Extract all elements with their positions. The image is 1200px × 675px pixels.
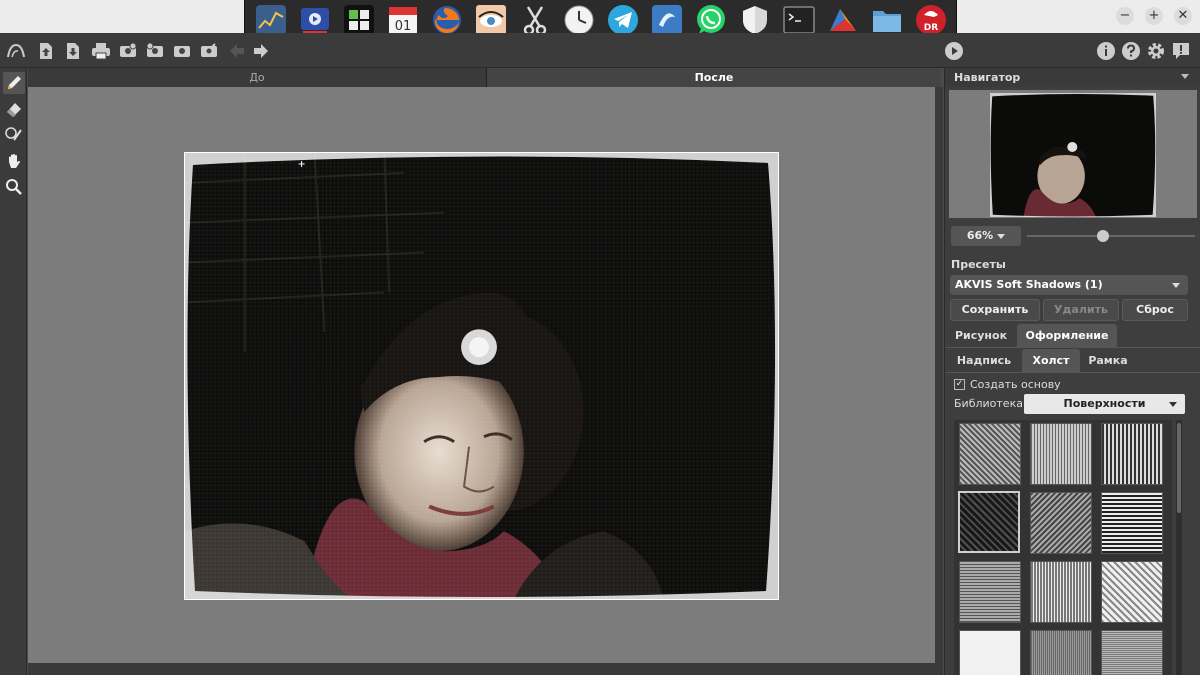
dr-label: DR [924,23,938,33]
texture-tile-selected[interactable] [958,491,1020,553]
check-icon: ✓ [955,379,964,389]
image-canvas[interactable] [28,87,935,663]
main-tabs: Рисунок Оформление [945,324,1200,348]
create-base-label: Создать основу [970,378,1061,391]
navigator-title: Навигатор [954,71,1021,84]
texture-tile[interactable] [959,423,1021,485]
notification-icon[interactable] [1170,40,1192,62]
navigator-header[interactable]: Навигатор [945,68,1200,87]
library-select[interactable]: Поверхности [1024,394,1185,414]
sub-tabs: Надпись Холст Рамка [945,349,1200,373]
preset-value: AKVIS Soft Shadows (1) [955,278,1103,291]
firefox-icon[interactable] [429,3,465,37]
texture-grid [954,420,1172,675]
save-preset-button[interactable]: Сохранить [950,299,1040,321]
texture-scrollbar-thumb[interactable] [1177,423,1181,513]
scissors-icon[interactable] [517,3,553,37]
preset-select[interactable]: AKVIS Soft Shadows (1) [950,275,1188,295]
back-arrow-icon[interactable] [226,40,248,62]
tab-decoration[interactable]: Оформление [1017,324,1117,348]
library-value: Поверхности [1063,397,1146,410]
zoom-select[interactable]: 66% [951,226,1021,246]
telegram-icon[interactable] [605,3,641,37]
texture-tile[interactable] [1101,630,1163,675]
eye-app-icon[interactable] [473,3,509,37]
tab-divider [945,347,1200,348]
calendar-day-label: 01 [395,19,412,34]
create-base-checkbox[interactable]: ✓ Создать основу [954,378,1061,391]
forward-arrow-icon[interactable] [250,40,272,62]
batch-icon[interactable] [117,40,139,62]
tab-drawing[interactable]: Рисунок [949,324,1013,348]
chevron-down-icon [1172,283,1180,288]
texture-tile[interactable] [1030,561,1092,623]
reset-preset-button[interactable]: Сброс [1122,299,1188,321]
close-button[interactable]: ✕ [1174,7,1192,25]
open-icon[interactable] [35,40,57,62]
terminal-icon[interactable] [781,3,817,37]
print-icon[interactable] [90,40,112,62]
tab-after[interactable]: После [487,68,941,87]
shotwell-icon[interactable] [649,3,685,37]
tab-canvas[interactable]: Холст [1022,349,1080,373]
tab-before[interactable]: До [28,68,487,87]
app-grid-icon[interactable] [341,3,377,37]
processed-photo[interactable] [184,152,779,600]
system-monitor-icon[interactable] [253,3,289,37]
settings-panel: Навигатор 66% Пресеты AKVIS Soft Shadows… [944,68,1200,675]
clock-icon[interactable] [561,3,597,37]
vertical-scrollbar[interactable] [935,87,943,675]
hand-tool-icon[interactable] [3,150,25,172]
delete-preset-button[interactable]: Удалить [1043,299,1119,321]
zoom-slider-handle[interactable] [1097,230,1109,242]
folder-icon[interactable] [869,3,905,37]
gear-icon[interactable] [1145,40,1167,62]
texture-tile[interactable] [959,630,1021,675]
texture-tile[interactable] [1030,423,1092,485]
akvis-logo-icon[interactable] [5,40,27,62]
texture-tile[interactable] [1101,561,1163,623]
mail-app-icon[interactable] [825,3,861,37]
zoom-tool-icon[interactable] [3,176,25,198]
tools-panel [0,68,27,675]
settings2-icon[interactable] [171,40,193,62]
texture-tile[interactable] [1030,630,1092,675]
whatsapp-icon[interactable] [693,3,729,37]
run-icon[interactable] [943,40,965,62]
zoom-slider-track[interactable] [1027,235,1195,237]
texture-tile[interactable] [1101,423,1163,485]
tab-caption[interactable]: Надпись [949,349,1019,373]
chevron-down-icon [1169,402,1177,407]
pencil-tool-icon[interactable] [3,72,25,94]
shield-icon[interactable] [737,3,773,37]
view-tabs: До После [28,68,941,87]
chevron-down-icon [997,233,1006,239]
info-icon[interactable] [1095,40,1117,62]
video-editor-icon[interactable] [297,3,333,37]
save-icon[interactable] [62,40,84,62]
library-label: Библиотека [954,397,1023,410]
presets-title: Пресеты [951,258,1006,271]
tab-divider [945,372,1200,373]
checkbox-box[interactable]: ✓ [954,379,965,390]
texture-tile[interactable] [1030,492,1092,554]
navigator-thumbnail[interactable] [990,93,1156,217]
plugin-icon[interactable] [144,40,166,62]
calendar-icon[interactable]: 01 [385,3,421,37]
collapse-arrow-icon[interactable] [1181,74,1189,79]
dr-icon[interactable]: DR [913,3,949,37]
texture-tile[interactable] [1101,492,1163,554]
texture-tile[interactable] [959,561,1021,623]
eraser-tool-icon[interactable] [3,98,25,120]
maximize-button[interactable]: + [1145,7,1163,25]
horizontal-scrollbar[interactable] [28,663,935,675]
navigator-preview[interactable] [949,90,1197,218]
share-icon[interactable] [198,40,220,62]
brush-tool-icon[interactable] [3,124,25,146]
help-icon[interactable] [1120,40,1142,62]
tab-frame[interactable]: Рамка [1083,349,1133,373]
zoom-value: 66% [966,229,994,242]
minimize-button[interactable]: − [1116,7,1134,25]
main-toolbar [0,33,1200,68]
